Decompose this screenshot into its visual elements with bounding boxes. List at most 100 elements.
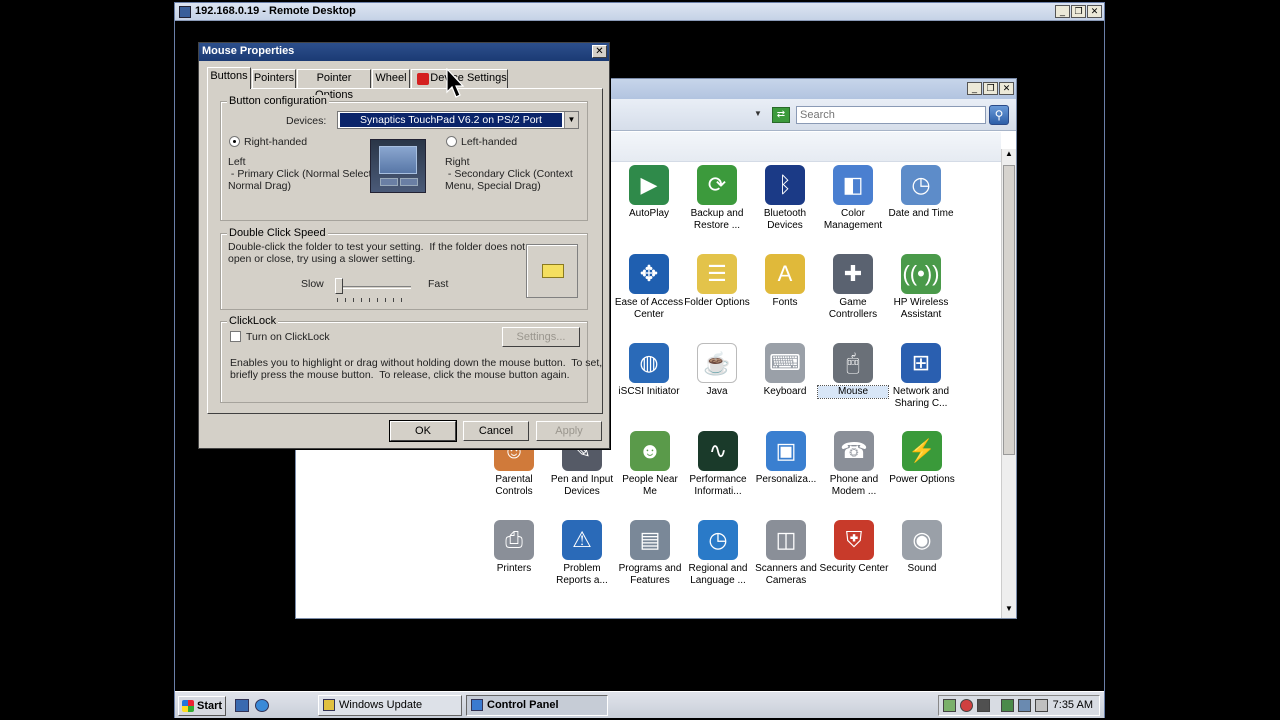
cp-item-label: Personaliza... [755,474,817,485]
cp-item-regional-and-language[interactable]: ◷ Regional and Language ... [683,520,753,587]
scroll-down-icon[interactable]: ▼ [1003,604,1015,618]
left-description: - Primary Click (Normal Select, Normal D… [228,168,375,192]
cp-item-folder-options[interactable]: ☰ Folder Options [682,254,752,309]
right-handed-radio[interactable] [229,136,240,147]
search-input[interactable] [796,106,986,124]
windows-logo-icon [182,700,194,712]
cp-item-sound[interactable]: ◉ Sound [887,520,957,575]
clock[interactable]: 7:35 AM [1053,699,1093,711]
fonts-icon: A [765,254,805,294]
close-button[interactable]: ✕ [1087,5,1102,18]
tray-wireless-icon[interactable] [1018,699,1031,712]
cp-item-bluetooth-devices[interactable]: ᛒ Bluetooth Devices [750,165,820,232]
double-click-slider-thumb[interactable] [335,278,343,294]
cp-item-programs-and-features[interactable]: ▤ Programs and Features [615,520,685,587]
taskbar-windows-update-label: Windows Update [339,699,423,711]
right-description: - Secondary Click (Context Menu, Special… [445,168,573,192]
touchpad-icon [370,139,426,193]
tab-pointer-options[interactable]: Pointer Options [297,69,371,101]
chevron-down-icon[interactable]: ▼ [564,112,578,128]
double-click-slider-track[interactable] [335,286,411,289]
cp-item-label: HP Wireless Assistant [893,297,949,320]
clicklock-checkbox[interactable] [230,331,241,342]
cp-close-button[interactable]: ✕ [999,82,1014,95]
iscsi-icon: ◍ [629,343,669,383]
cp-item-keyboard[interactable]: ⌨ Keyboard [750,343,820,398]
cp-item-fonts[interactable]: A Fonts [750,254,820,309]
cp-item-autoplay[interactable]: ▶ AutoPlay [614,165,684,220]
cp-item-game-controllers[interactable]: ✚ Game Controllers [818,254,888,321]
left-handed-label[interactable]: Left-handed [461,136,517,148]
tray-battery-icon[interactable] [1001,699,1014,712]
start-button[interactable]: Start [178,696,226,716]
ease-of-access-icon: ✥ [629,254,669,294]
tab-buttons[interactable]: Buttons [207,67,251,89]
internet-explorer-icon[interactable] [255,699,269,712]
cp-item-people-near-me[interactable]: ☻ People Near Me [615,431,685,498]
taskbar-control-panel[interactable]: Control Panel [466,695,608,716]
tray-network-icon[interactable] [943,699,956,712]
cp-item-power-options[interactable]: ⚡ Power Options [887,431,957,486]
dialog-titlebar[interactable]: Mouse Properties [199,43,609,61]
taskbar-control-panel-label: Control Panel [487,699,559,711]
taskbar: Start Windows Update Control Panel 7:35 … [175,691,1104,718]
bluetooth-icon: ᛒ [765,165,805,205]
right-handed-label[interactable]: Right-handed [244,136,307,148]
remote-desktop-titlebar[interactable]: 192.168.0.19 - Remote Desktop _ ❐ ✕ [175,3,1104,21]
cp-item-label: Date and Time [888,208,954,219]
cp-item-date-and-time[interactable]: ◷ Date and Time [886,165,956,220]
tab-wheel[interactable]: Wheel [372,69,410,88]
cp-item-network-and-sharing-c[interactable]: ⊞ Network and Sharing C... [886,343,956,410]
apply-button[interactable]: Apply [536,421,602,441]
cp-item-iscsi-initiator[interactable]: ◍ iSCSI Initiator [614,343,684,398]
cancel-button[interactable]: Cancel [463,421,529,441]
cp-maximize-button[interactable]: ❐ [983,82,998,95]
tray-security-icon[interactable] [960,699,973,712]
scrollbar-thumb[interactable] [1003,165,1015,455]
cp-item-label: Printers [496,563,532,574]
cp-item-label: iSCSI Initiator [618,386,680,397]
cp-item-label: Game Controllers [828,297,878,320]
cp-item-phone-and-modem[interactable]: ☎ Phone and Modem ... [819,431,889,498]
tab-pointers[interactable]: Pointers [252,69,296,88]
cp-item-backup-and-restore[interactable]: ⟳ Backup and Restore ... [682,165,752,232]
scroll-up-icon[interactable]: ▲ [1003,149,1015,163]
cp-item-ease-of-access-center[interactable]: ✥ Ease of Access Center [614,254,684,321]
clicklock-checkbox-label[interactable]: Turn on ClickLock [246,331,330,343]
address-dropdown-icon[interactable]: ▼ [754,109,764,119]
cp-item-label: Network and Sharing C... [892,386,950,409]
cp-item-hp-wireless-assistant[interactable]: ((•)) HP Wireless Assistant [886,254,956,321]
restore-button[interactable]: ❐ [1071,5,1086,18]
show-desktop-icon[interactable] [235,699,249,712]
taskbar-windows-update[interactable]: Windows Update [318,695,462,716]
cp-item-printers[interactable]: ⎙ Printers [479,520,549,575]
cp-item-scanners-and-cameras[interactable]: ◫ Scanners and Cameras [751,520,821,587]
ok-button[interactable]: OK [389,420,457,442]
cp-item-java[interactable]: ☕ Java [682,343,752,398]
cp-item-label: Programs and Features [618,563,682,586]
vertical-scrollbar[interactable]: ▲ ▼ [1001,149,1016,618]
cp-item-personaliza[interactable]: ▣ Personaliza... [751,431,821,486]
clicklock-settings-button[interactable]: Settings... [502,327,580,347]
refresh-icon[interactable]: ⇄ [772,107,790,123]
search-icon[interactable]: ⚲ [989,105,1009,125]
test-folder[interactable] [526,244,578,298]
cp-item-mouse[interactable]: 🖱 Mouse [817,343,889,399]
devices-label: Devices: [286,115,327,127]
tray-display-icon[interactable] [977,699,990,712]
tray-volume-icon[interactable] [1035,699,1048,712]
cp-item-label: AutoPlay [628,208,670,219]
mouse-cursor-icon [446,68,465,98]
cp-item-security-center[interactable]: ⛨ Security Center [819,520,889,575]
cp-item-performance-informati[interactable]: ∿ Performance Informati... [683,431,753,498]
cp-item-color-management[interactable]: ◧ Color Management [818,165,888,232]
cp-item-label: Folder Options [684,297,750,308]
devices-select[interactable]: Synaptics TouchPad V6.2 on PS/2 Port ▼ [337,111,579,129]
dialog-close-button[interactable]: ✕ [592,45,607,58]
cp-item-label: Scanners and Cameras [755,563,817,586]
cp-item-problem-reports-a[interactable]: ⚠ Problem Reports a... [547,520,617,587]
left-handed-radio[interactable] [446,136,457,147]
cp-minimize-button[interactable]: _ [967,82,982,95]
problem-reports-icon: ⚠ [562,520,602,560]
minimize-button[interactable]: _ [1055,5,1070,18]
